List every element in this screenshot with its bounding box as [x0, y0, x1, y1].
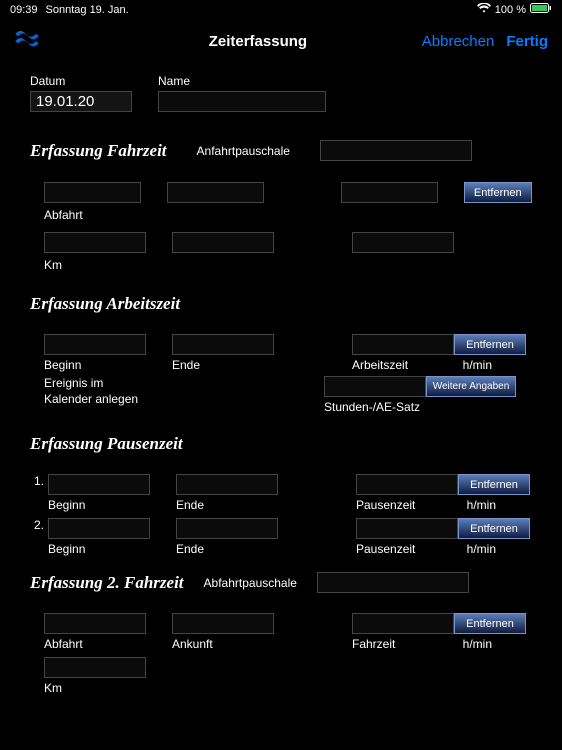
- name-label: Name: [158, 74, 326, 88]
- datum-label: Datum: [30, 74, 132, 88]
- f2-abfahrt-input[interactable]: [44, 613, 146, 634]
- km-field-1[interactable]: [44, 232, 146, 253]
- beginn-label: Beginn: [44, 358, 146, 372]
- km-label: Km: [44, 258, 62, 272]
- battery-percent: 100 %: [495, 4, 526, 16]
- clock: 09:39: [10, 4, 38, 16]
- ende-input[interactable]: [172, 334, 274, 355]
- anfahrtpauschale-input[interactable]: [320, 140, 472, 161]
- pausenzeit-heading: Erfassung Pausenzeit: [30, 434, 183, 453]
- name-input[interactable]: [158, 91, 326, 112]
- pause1-zeit-input[interactable]: [356, 474, 458, 495]
- abfahrtpauschale-input[interactable]: [317, 572, 469, 593]
- fahrzeit2-heading: Erfassung 2. Fahrzeit: [30, 573, 184, 593]
- arbeitszeit-heading: Erfassung Arbeitszeit: [30, 294, 180, 313]
- arbeitszeit-label: Arbeitszeit: [352, 358, 408, 372]
- navbar: Zeiterfassung Abbrechen Fertig: [0, 19, 562, 64]
- pause1-beginn-input[interactable]: [48, 474, 150, 495]
- app-logo-icon: [14, 29, 40, 54]
- battery-icon: [530, 3, 552, 16]
- arbeitszeit-input[interactable]: [352, 334, 454, 355]
- fahrzeit-field-1[interactable]: [44, 182, 141, 203]
- f2-ankunft-input[interactable]: [172, 613, 274, 634]
- arbeitszeit-remove-button[interactable]: Entfernen: [454, 334, 526, 355]
- ende-label: Ende: [172, 358, 274, 372]
- f2-remove-button[interactable]: Entfernen: [454, 613, 526, 634]
- row-num-2: 2.: [30, 518, 44, 532]
- weitere-angaben-button[interactable]: Weitere Angaben: [426, 376, 516, 397]
- ereignis-label: Ereignis im Kalender anlegen: [44, 376, 144, 407]
- pause2-beginn-input[interactable]: [48, 518, 150, 539]
- beginn-input[interactable]: [44, 334, 146, 355]
- pause2-remove-button[interactable]: Entfernen: [458, 518, 530, 539]
- cancel-button[interactable]: Abbrechen: [422, 33, 495, 50]
- done-button[interactable]: Fertig: [506, 33, 548, 50]
- anfahrtpauschale-label: Anfahrtpauschale: [197, 144, 290, 158]
- pause1-ende-input[interactable]: [176, 474, 278, 495]
- status-bar: 09:39 Sonntag 19. Jan. 100 %: [0, 0, 562, 19]
- abfahrt-label: Abfahrt: [44, 208, 83, 222]
- stundensatz-input[interactable]: [324, 376, 426, 397]
- datum-input[interactable]: 19.01.20: [30, 91, 132, 112]
- f2-km-input[interactable]: [44, 657, 146, 678]
- pause1-remove-button[interactable]: Entfernen: [458, 474, 530, 495]
- hmin-label-1: h/min: [463, 358, 492, 372]
- fahrzeit-field-2[interactable]: [167, 182, 264, 203]
- pause2-zeit-input[interactable]: [356, 518, 458, 539]
- page-title: Zeiterfassung: [94, 33, 422, 50]
- row-num-1: 1.: [30, 474, 44, 488]
- wifi-icon: [477, 3, 491, 16]
- pause2-ende-input[interactable]: [176, 518, 278, 539]
- fahrzeit-remove-button[interactable]: Entfernen: [464, 182, 532, 203]
- fahrzeit-heading: Erfassung Fahrzeit: [30, 141, 167, 161]
- abfahrtpauschale-label: Abfahrtpauschale: [204, 576, 297, 590]
- fahrzeit-field-3[interactable]: [341, 182, 438, 203]
- date: Sonntag 19. Jan.: [46, 4, 129, 16]
- km-field-3[interactable]: [352, 232, 454, 253]
- f2-fahrzeit-input[interactable]: [352, 613, 454, 634]
- stunden-label: Stunden-/AE-Satz: [324, 400, 516, 414]
- km-field-2[interactable]: [172, 232, 274, 253]
